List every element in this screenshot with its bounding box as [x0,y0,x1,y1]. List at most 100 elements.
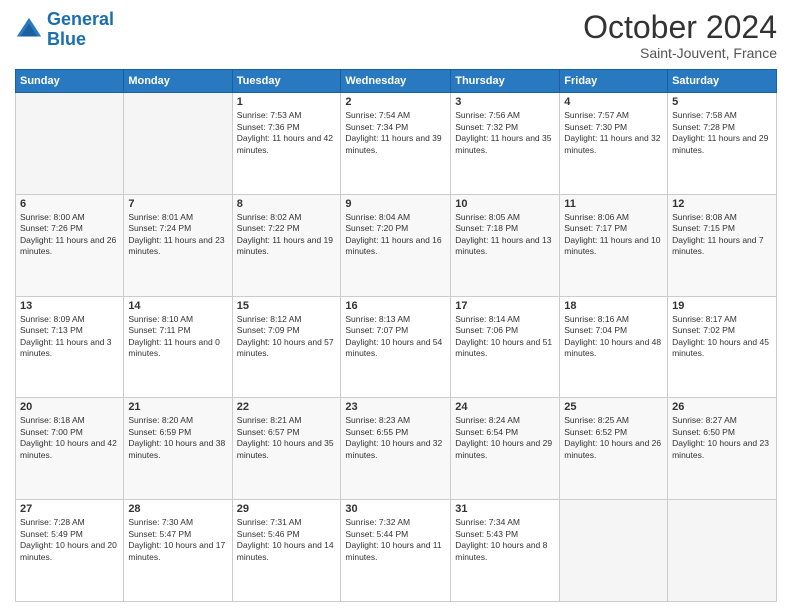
calendar-cell: 16 Sunrise: 8:13 AMSunset: 7:07 PMDayligh… [341,296,451,398]
calendar-cell: 9 Sunrise: 8:04 AMSunset: 7:20 PMDaylight… [341,194,451,296]
day-number: 18 [564,300,663,312]
cell-text: Sunrise: 8:27 AMSunset: 6:50 PMDaylight:… [672,415,769,459]
calendar-cell: 25Sunrise: 8:25 AMSunset: 6:52 PMDayligh… [560,398,668,500]
cell-text: Sunrise: 8:13 AMSunset: 7:07 PMDaylight:… [345,314,442,358]
weekday-header: Friday [560,70,668,93]
calendar-cell: 23 Sunrise: 8:23 AMSunset: 6:55 PMDayligh… [341,398,451,500]
calendar-cell: 8 Sunrise: 8:02 AMSunset: 7:22 PMDaylight… [232,194,341,296]
calendar-cell [668,500,777,602]
day-number: 30 [345,503,446,515]
cell-text: Sunrise: 8:14 AMSunset: 7:06 PMDaylight:… [455,314,552,358]
logo-text: General Blue [47,10,114,50]
cell-text: Sunrise: 8:06 AMSunset: 7:17 PMDaylight:… [564,212,660,256]
day-number: 1 [237,96,337,108]
cell-text: Sunrise: 7:31 AMSunset: 5:46 PMDaylight:… [237,517,334,561]
cell-text: Sunrise: 8:04 AMSunset: 7:20 PMDaylight:… [345,212,441,256]
calendar-cell: 4 Sunrise: 7:57 AMSunset: 7:30 PMDaylight… [560,93,668,195]
cell-text: Sunrise: 8:10 AMSunset: 7:11 PMDaylight:… [128,314,220,358]
day-number: 24 [455,401,555,413]
calendar-cell: 2 Sunrise: 7:54 AMSunset: 7:34 PMDaylight… [341,93,451,195]
weekday-header: Wednesday [341,70,451,93]
cell-text: Sunrise: 7:28 AMSunset: 5:49 PMDaylight:… [20,517,117,561]
calendar-cell [124,93,232,195]
calendar-cell: 28 Sunrise: 7:30 AMSunset: 5:47 PMDayligh… [124,500,232,602]
calendar-cell: 21Sunrise: 8:20 AMSunset: 6:59 PMDayligh… [124,398,232,500]
calendar-cell: 31 Sunrise: 7:34 AMSunset: 5:43 PMDayligh… [451,500,560,602]
calendar-week-row: 6 Sunrise: 8:00 AMSunset: 7:26 PMDaylight… [16,194,777,296]
calendar-week-row: 20 Sunrise: 8:18 AMSunset: 7:00 PMDayligh… [16,398,777,500]
day-number: 21 [128,401,227,413]
day-number: 2 [345,96,446,108]
calendar-cell: 29 Sunrise: 7:31 AMSunset: 5:46 PMDayligh… [232,500,341,602]
day-number: 10 [455,198,555,210]
weekday-header: Monday [124,70,232,93]
cell-text: Sunrise: 8:25 AMSunset: 6:52 PMDaylight:… [564,415,661,459]
calendar-cell: 12 Sunrise: 8:08 AMSunset: 7:15 PMDayligh… [668,194,777,296]
weekday-header: Tuesday [232,70,341,93]
cell-text: Sunrise: 8:02 AMSunset: 7:22 PMDaylight:… [237,212,333,256]
calendar-cell: 22Sunrise: 8:21 AMSunset: 6:57 PMDayligh… [232,398,341,500]
calendar-table: SundayMondayTuesdayWednesdayThursdayFrid… [15,69,777,602]
cell-text: Sunrise: 8:01 AMSunset: 7:24 PMDaylight:… [128,212,224,256]
calendar-cell: 18Sunrise: 8:16 AMSunset: 7:04 PMDayligh… [560,296,668,398]
calendar-cell: 30Sunrise: 7:32 AMSunset: 5:44 PMDayligh… [341,500,451,602]
calendar-cell: 1 Sunrise: 7:53 AMSunset: 7:36 PMDaylight… [232,93,341,195]
day-number: 11 [564,198,663,210]
day-number: 19 [672,300,772,312]
day-number: 31 [455,503,555,515]
day-number: 13 [20,300,119,312]
month-title: October 2024 [583,10,777,45]
calendar-cell: 6 Sunrise: 8:00 AMSunset: 7:26 PMDaylight… [16,194,124,296]
calendar-cell [560,500,668,602]
day-number: 29 [237,503,337,515]
cell-text: Sunrise: 8:05 AMSunset: 7:18 PMDaylight:… [455,212,551,256]
cell-text: Sunrise: 8:00 AMSunset: 7:26 PMDaylight:… [20,212,116,256]
cell-text: Sunrise: 8:17 AMSunset: 7:02 PMDaylight:… [672,314,769,358]
header-row: SundayMondayTuesdayWednesdayThursdayFrid… [16,70,777,93]
day-number: 23 [345,401,446,413]
calendar-cell: 14 Sunrise: 8:10 AMSunset: 7:11 PMDayligh… [124,296,232,398]
calendar-cell: 17 Sunrise: 8:14 AMSunset: 7:06 PMDayligh… [451,296,560,398]
day-number: 3 [455,96,555,108]
day-number: 5 [672,96,772,108]
day-number: 20 [20,401,119,413]
day-number: 17 [455,300,555,312]
calendar-cell: 20 Sunrise: 8:18 AMSunset: 7:00 PMDayligh… [16,398,124,500]
day-number: 12 [672,198,772,210]
calendar-cell: 11 Sunrise: 8:06 AMSunset: 7:17 PMDayligh… [560,194,668,296]
calendar-cell: 27 Sunrise: 7:28 AMSunset: 5:49 PMDayligh… [16,500,124,602]
calendar-cell: 15Sunrise: 8:12 AMSunset: 7:09 PMDayligh… [232,296,341,398]
day-number: 27 [20,503,119,515]
logo-line2: Blue [47,29,86,49]
cell-text: Sunrise: 8:24 AMSunset: 6:54 PMDaylight:… [455,415,552,459]
day-number: 4 [564,96,663,108]
calendar-week-row: 27 Sunrise: 7:28 AMSunset: 5:49 PMDayligh… [16,500,777,602]
calendar-cell: 19 Sunrise: 8:17 AMSunset: 7:02 PMDayligh… [668,296,777,398]
calendar-cell: 10 Sunrise: 8:05 AMSunset: 7:18 PMDayligh… [451,194,560,296]
day-number: 14 [128,300,227,312]
cell-text: Sunrise: 7:57 AMSunset: 7:30 PMDaylight:… [564,110,660,154]
title-area: October 2024 Saint-Jouvent, France [583,10,777,61]
logo-line1: General [47,9,114,29]
day-number: 9 [345,198,446,210]
logo-icon [15,16,43,44]
cell-text: Sunrise: 8:23 AMSunset: 6:55 PMDaylight:… [345,415,442,459]
cell-text: Sunrise: 7:34 AMSunset: 5:43 PMDaylight:… [455,517,547,561]
day-number: 26 [672,401,772,413]
day-number: 15 [237,300,337,312]
cell-text: Sunrise: 7:54 AMSunset: 7:34 PMDaylight:… [345,110,441,154]
cell-text: Sunrise: 8:18 AMSunset: 7:00 PMDaylight:… [20,415,117,459]
calendar-cell: 13 Sunrise: 8:09 AMSunset: 7:13 PMDayligh… [16,296,124,398]
calendar-week-row: 13 Sunrise: 8:09 AMSunset: 7:13 PMDayligh… [16,296,777,398]
cell-text: Sunrise: 8:08 AMSunset: 7:15 PMDaylight:… [672,212,764,256]
cell-text: Sunrise: 7:53 AMSunset: 7:36 PMDaylight:… [237,110,333,154]
cell-text: Sunrise: 8:09 AMSunset: 7:13 PMDaylight:… [20,314,112,358]
day-number: 28 [128,503,227,515]
day-number: 6 [20,198,119,210]
logo: General Blue [15,10,114,50]
day-number: 16 [345,300,446,312]
cell-text: Sunrise: 7:30 AMSunset: 5:47 PMDaylight:… [128,517,225,561]
weekday-header: Sunday [16,70,124,93]
calendar-cell: 5Sunrise: 7:58 AMSunset: 7:28 PMDaylight… [668,93,777,195]
day-number: 8 [237,198,337,210]
